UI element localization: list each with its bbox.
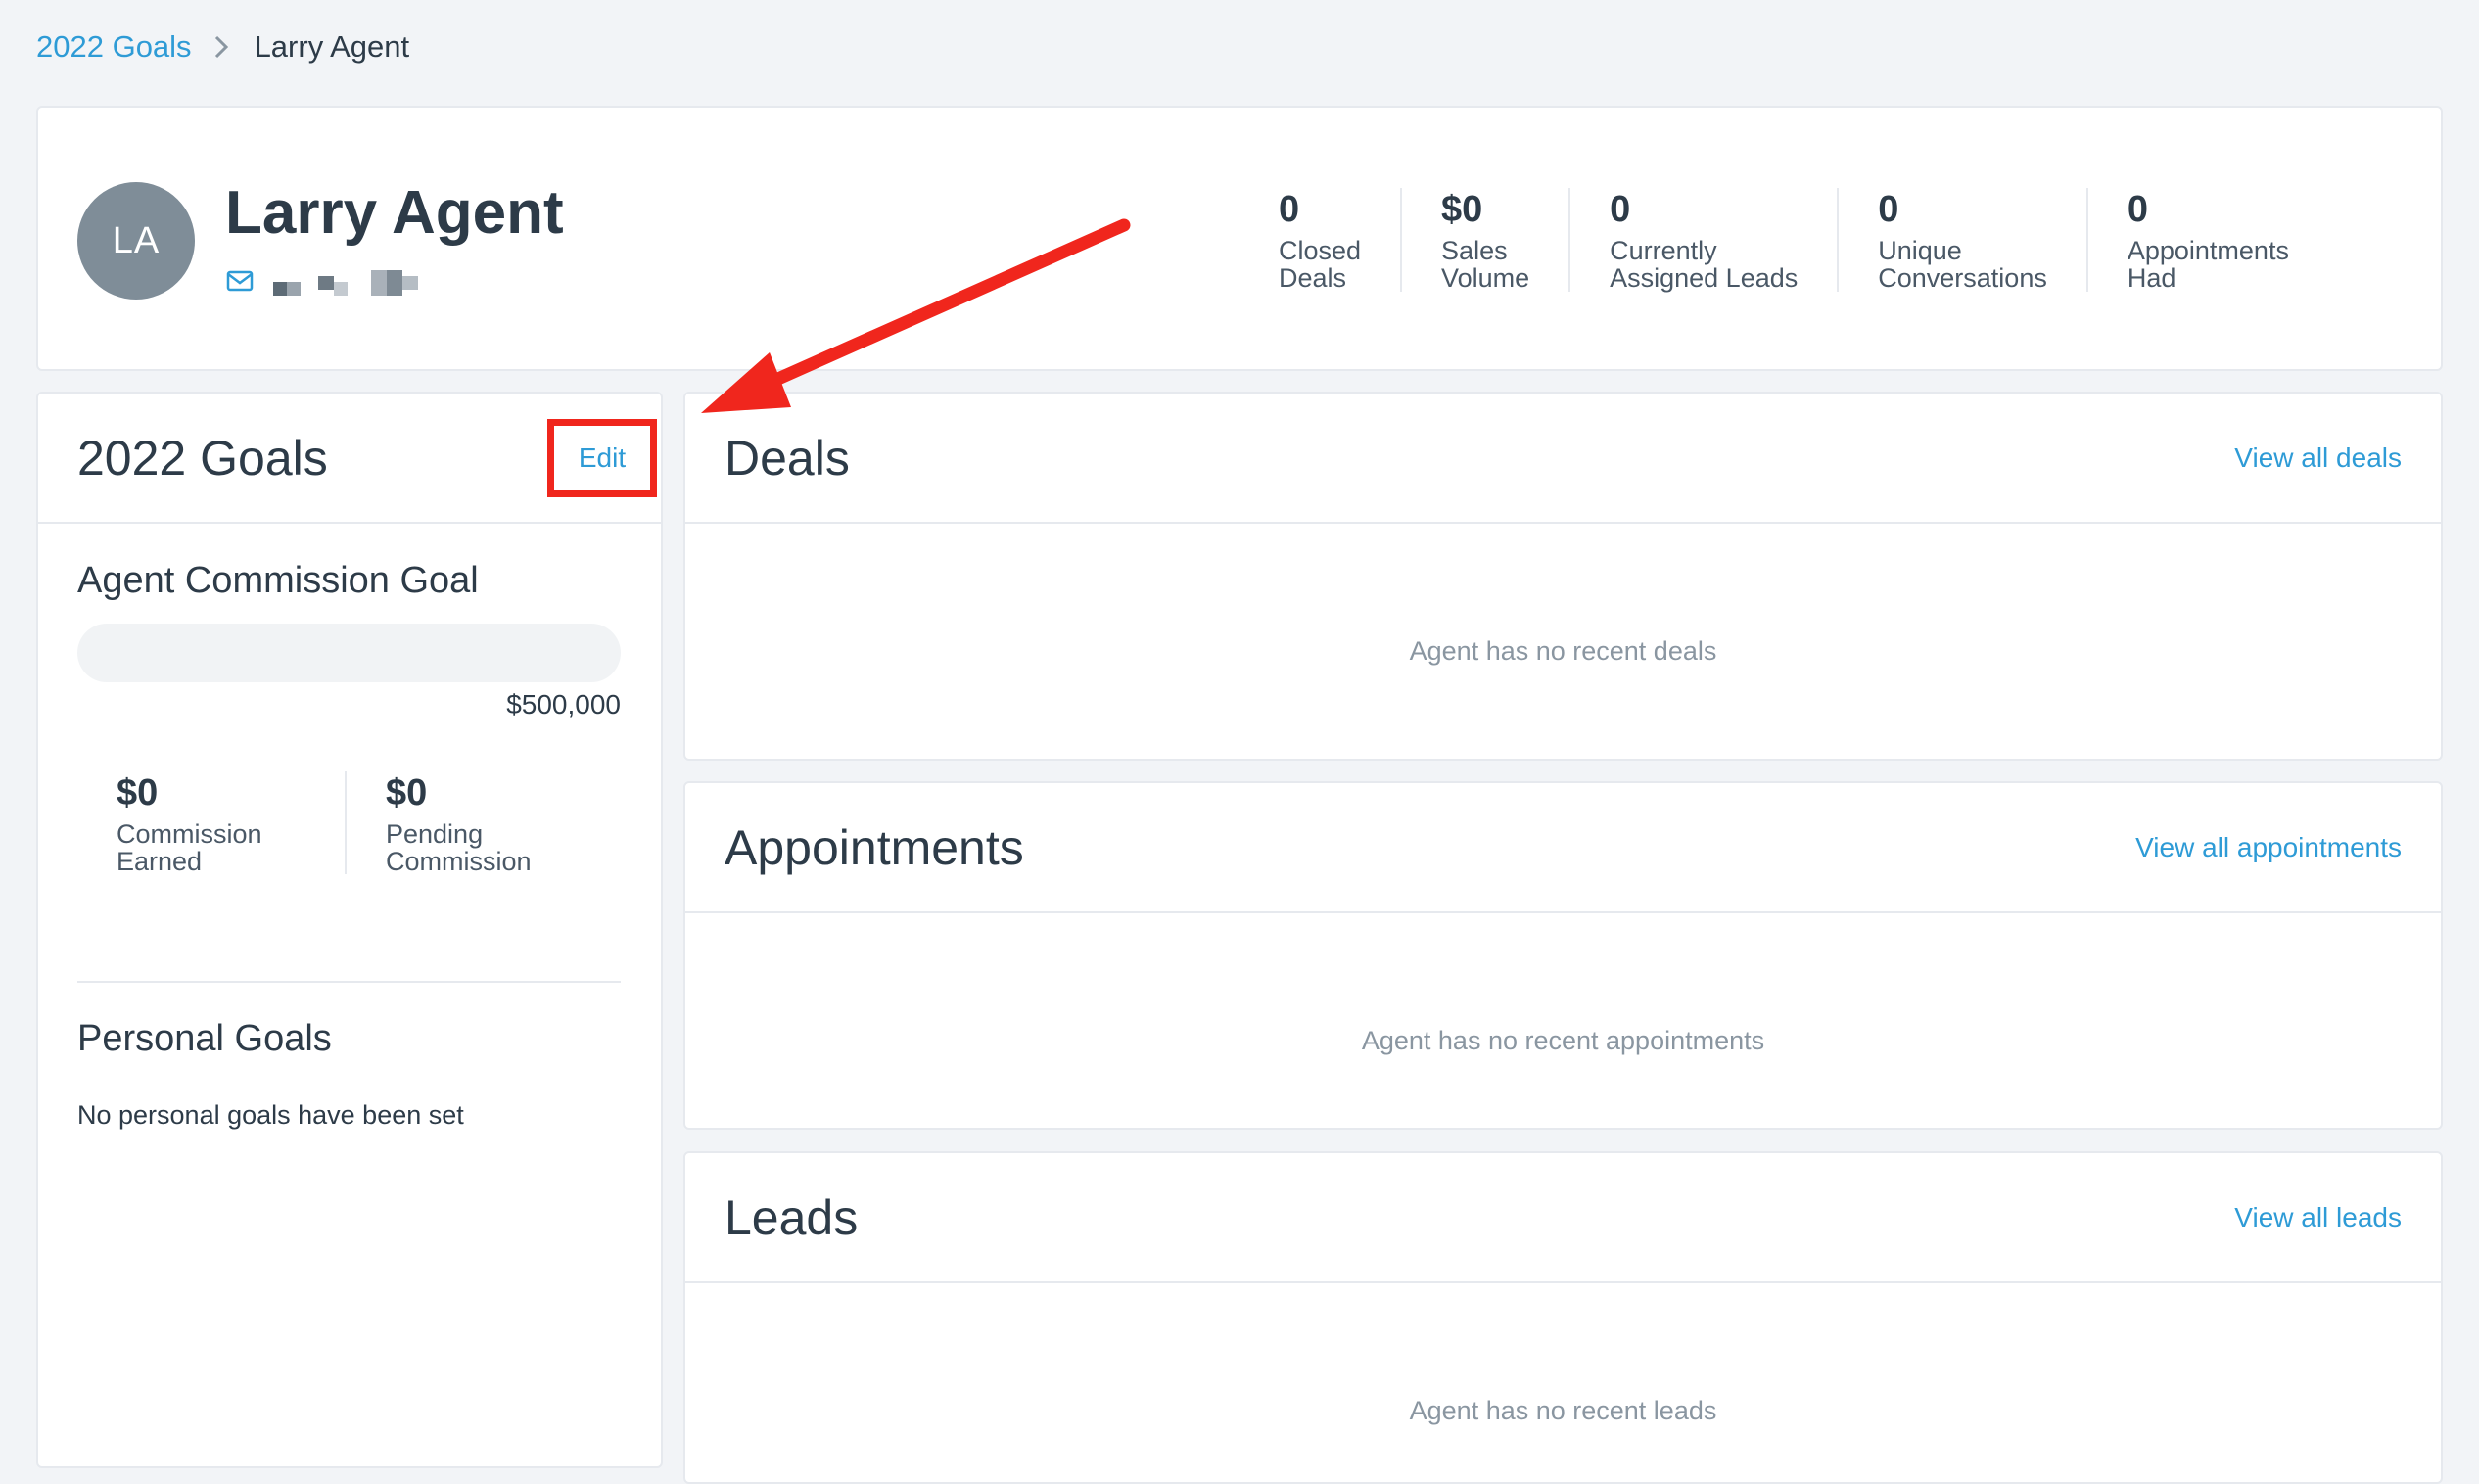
avatar: LA (77, 182, 195, 300)
deals-empty-message: Agent has no recent deals (1409, 636, 1717, 666)
stat-label: Closed Deals (1279, 236, 1362, 293)
redacted-email-value (273, 270, 418, 296)
edit-goals-button[interactable]: Edit (579, 442, 626, 474)
breadcrumb-link-goals[interactable]: 2022 Goals (36, 29, 192, 65)
stat-label: Appointments Had (2127, 236, 2289, 293)
deals-card: Deals View all deals Agent has no recent… (683, 392, 2443, 761)
commission-goal-amount: $500,000 (506, 689, 621, 719)
view-all-appointments-link[interactable]: View all appointments (2135, 832, 2402, 863)
commission-earned-value: $0 (117, 772, 159, 813)
personal-goals-empty: No personal goals have been set (77, 1100, 464, 1130)
mail-icon (226, 270, 254, 297)
edit-highlight-box: Edit (547, 419, 657, 497)
deals-header: Deals View all deals (685, 394, 2441, 524)
appointments-header: Appointments View all appointments (685, 783, 2441, 913)
commission-earned: $0 Commission Earned (117, 771, 345, 876)
leads-card: Leads View all leads Agent has no recent… (683, 1151, 2443, 1484)
view-all-deals-link[interactable]: View all deals (2234, 442, 2402, 474)
agent-email[interactable] (226, 266, 418, 300)
agent-profile-card: LA Larry Agent 0 Closed Deals $0 Sales V… (36, 106, 2443, 371)
personal-goals-title: Personal Goals (77, 1018, 332, 1059)
appointments-empty-message: Agent has no recent appointments (1361, 1026, 1765, 1055)
stat-closed-deals: 0 Closed Deals (1279, 188, 1400, 292)
commission-goal-title: Agent Commission Goal (77, 560, 479, 601)
stat-appointments-had: 0 Appointments Had (2085, 188, 2328, 293)
stat-unique-conversations: 0 Unique Conversations (1837, 188, 2086, 292)
agent-name: Larry Agent (225, 179, 564, 247)
leads-title: Leads (725, 1189, 859, 1245)
appointments-title: Appointments (725, 819, 1024, 875)
stat-assigned-leads: 0 Currently Assigned Leads (1568, 188, 1837, 292)
pending-commission-label: Pending Commission (386, 819, 532, 876)
chevron-right-icon (213, 34, 229, 60)
breadcrumb-current: Larry Agent (254, 29, 410, 64)
view-all-leads-link[interactable]: View all leads (2234, 1202, 2402, 1233)
stat-value: 0 (1878, 189, 1899, 230)
commission-summary: $0 Commission Earned $0 Pending Commissi… (117, 771, 571, 876)
breadcrumb: 2022 Goals Larry Agent (36, 25, 409, 69)
goals-title: 2022 Goals (77, 430, 328, 486)
leads-empty-message: Agent has no recent leads (1409, 1396, 1717, 1425)
appointments-card: Appointments View all appointments Agent… (683, 781, 2443, 1130)
pending-commission: $0 Pending Commission (345, 771, 571, 876)
goals-card: 2022 Goals Edit Agent Commission Goal $5… (36, 392, 663, 1468)
stat-value: 0 (2127, 189, 2148, 230)
stat-value: $0 (1441, 189, 1483, 230)
pending-commission-value: $0 (386, 772, 428, 813)
stat-label: Sales Volume (1441, 236, 1530, 293)
stat-value: 0 (1279, 189, 1300, 230)
stat-label: Currently Assigned Leads (1610, 236, 1799, 293)
agent-stats: 0 Closed Deals $0 Sales Volume 0 Current… (1279, 188, 2328, 292)
stat-label: Unique Conversations (1878, 236, 2047, 293)
commission-progress-bar (77, 624, 621, 682)
divider (77, 981, 621, 983)
stat-sales-volume: $0 Sales Volume (1400, 188, 1568, 292)
deals-title: Deals (725, 430, 850, 486)
leads-header: Leads View all leads (685, 1153, 2441, 1283)
commission-earned-label: Commission Earned (117, 819, 262, 876)
stat-value: 0 (1610, 189, 1631, 230)
